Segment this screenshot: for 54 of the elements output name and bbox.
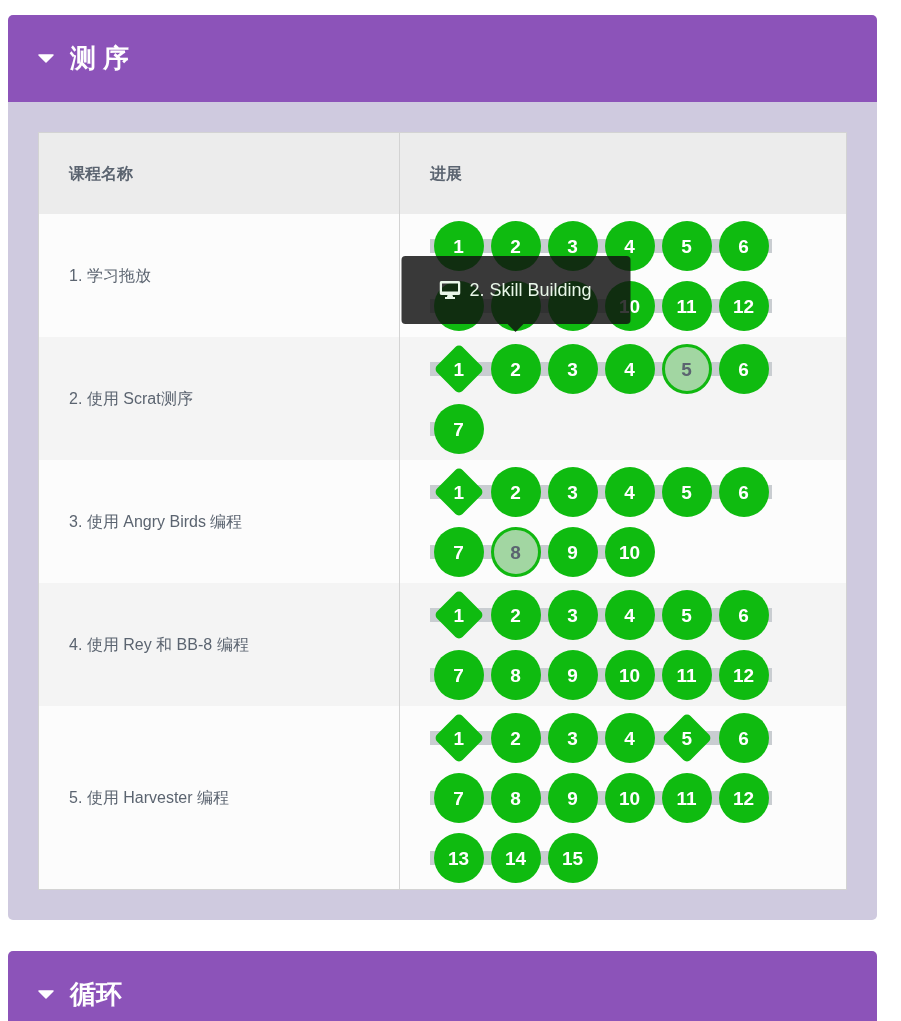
- level-bubble[interactable]: 3: [547, 590, 598, 640]
- lesson-name: 1. 学习拖放: [69, 265, 151, 286]
- level-bubble[interactable]: 12: [718, 773, 769, 823]
- section-header[interactable]: 测 序: [8, 15, 877, 102]
- level-bubble[interactable]: 10: [604, 773, 655, 823]
- level-bubble[interactable]: 6: [718, 713, 769, 763]
- level-bubble[interactable]: 7: [433, 527, 484, 577]
- level-bubble[interactable]: 8: [490, 773, 541, 823]
- level-bubble[interactable]: 11: [661, 773, 712, 823]
- lesson-name: 3. 使用 Angry Birds 编程: [69, 511, 243, 532]
- level-bubble[interactable]: 2: [490, 344, 541, 394]
- level-bubble[interactable]: 5: [661, 221, 712, 271]
- level-bubble[interactable]: 5: [661, 590, 712, 640]
- level-bubble[interactable]: 6: [718, 590, 769, 640]
- level-bubble[interactable]: 10: [604, 527, 655, 577]
- level-bubble[interactable]: 5: [661, 344, 712, 394]
- monitor-icon: [439, 281, 461, 299]
- level-bubble[interactable]: 6: [718, 467, 769, 517]
- level-bubble[interactable]: 6: [718, 344, 769, 394]
- level-bubble[interactable]: 9: [547, 773, 598, 823]
- level-bubble[interactable]: 13: [433, 833, 484, 883]
- level-bubble[interactable]: 8: [490, 650, 541, 700]
- level-bubble[interactable]: 4: [604, 713, 655, 763]
- level-bubble[interactable]: 4: [604, 590, 655, 640]
- lesson-name: 4. 使用 Rey 和 BB-8 编程: [69, 634, 249, 655]
- level-bubble[interactable]: 15: [547, 833, 598, 883]
- level-bubble[interactable]: 11: [661, 281, 712, 331]
- column-header: 进展: [430, 163, 462, 184]
- section-header[interactable]: 循环: [8, 951, 877, 1021]
- level-bubble[interactable]: 12: [718, 281, 769, 331]
- level-bubble[interactable]: 12: [718, 650, 769, 700]
- level-bubble[interactable]: 3: [547, 713, 598, 763]
- level-bubble[interactable]: 2: [490, 467, 541, 517]
- level-bubble[interactable]: 7: [433, 773, 484, 823]
- level-bubble[interactable]: 3: [547, 344, 598, 394]
- level-bubble[interactable]: 9: [547, 527, 598, 577]
- level-bubble[interactable]: 2: [490, 713, 541, 763]
- level-bubble[interactable]: 4: [604, 344, 655, 394]
- column-header: 课程名称: [69, 163, 133, 184]
- level-bubble[interactable]: 7: [433, 650, 484, 700]
- level-bubble[interactable]: 10: [604, 650, 655, 700]
- level-bubble[interactable]: 14: [490, 833, 541, 883]
- lesson-name: 2. 使用 Scrat测序: [69, 388, 193, 409]
- level-bubble[interactable]: 6: [718, 221, 769, 271]
- level-bubble[interactable]: 8: [490, 527, 541, 577]
- tooltip-text: 2. Skill Building: [469, 278, 592, 302]
- level-bubble[interactable]: 4: [604, 467, 655, 517]
- level-bubble[interactable]: 9: [547, 650, 598, 700]
- level-bubble[interactable]: 5: [661, 467, 712, 517]
- level-bubble[interactable]: 7: [433, 404, 484, 454]
- lesson-name: 5. 使用 Harvester 编程: [69, 787, 230, 808]
- level-bubble[interactable]: 3: [547, 467, 598, 517]
- level-bubble[interactable]: 2: [490, 590, 541, 640]
- level-bubble[interactable]: 11: [661, 650, 712, 700]
